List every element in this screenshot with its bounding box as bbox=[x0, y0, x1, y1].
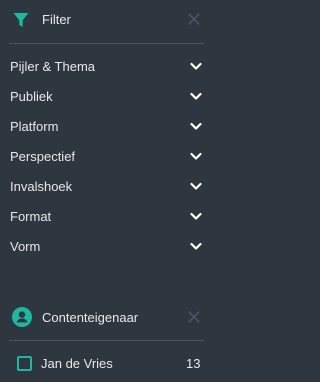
chevron-down-icon bbox=[190, 212, 202, 220]
chevron-down-icon bbox=[190, 152, 202, 160]
filter-item-vorm[interactable]: Vorm bbox=[0, 232, 212, 262]
user-circle-icon bbox=[12, 307, 32, 327]
chevron-down-icon bbox=[190, 242, 202, 250]
filter-item-perspectief[interactable]: Perspectief bbox=[0, 142, 212, 172]
owner-option-label: Jan de Vries bbox=[41, 356, 113, 371]
filter-item-platform[interactable]: Platform bbox=[0, 112, 212, 142]
filter-item-label: Publiek bbox=[10, 89, 53, 104]
filter-item-publiek[interactable]: Publiek bbox=[0, 82, 212, 112]
chevron-down-icon bbox=[190, 62, 202, 70]
chevron-down-icon bbox=[190, 92, 202, 100]
chevron-down-icon bbox=[190, 182, 202, 190]
divider bbox=[9, 340, 204, 341]
filter-header: Filter bbox=[0, 0, 212, 42]
close-icon[interactable] bbox=[187, 12, 201, 26]
close-icon[interactable] bbox=[187, 310, 201, 324]
divider bbox=[9, 43, 204, 44]
filter-item-label: Perspectief bbox=[10, 149, 76, 164]
checkbox[interactable] bbox=[17, 356, 32, 371]
owner-header: Contenteigenaar bbox=[0, 304, 212, 332]
owner-option-count: 13 bbox=[186, 356, 201, 371]
chevron-down-icon bbox=[190, 122, 202, 130]
filter-panel: Filter Pijler & Thema Publiek Platform P… bbox=[0, 0, 212, 382]
filter-item-format[interactable]: Format bbox=[0, 202, 212, 232]
filter-item-label: Invalshoek bbox=[10, 179, 73, 194]
filter-item-label: Platform bbox=[10, 119, 59, 134]
funnel-icon bbox=[13, 13, 29, 27]
owner-option-jan-de-vries[interactable]: Jan de Vries 13 bbox=[0, 352, 212, 376]
filter-item-label: Vorm bbox=[10, 239, 41, 254]
filter-item-pijler-thema[interactable]: Pijler & Thema bbox=[0, 52, 212, 82]
owner-title: Contenteigenaar bbox=[42, 310, 139, 325]
filter-item-label: Pijler & Thema bbox=[10, 59, 96, 74]
filter-item-label: Format bbox=[10, 209, 52, 224]
filter-title: Filter bbox=[42, 12, 71, 27]
filter-item-invalshoek[interactable]: Invalshoek bbox=[0, 172, 212, 202]
